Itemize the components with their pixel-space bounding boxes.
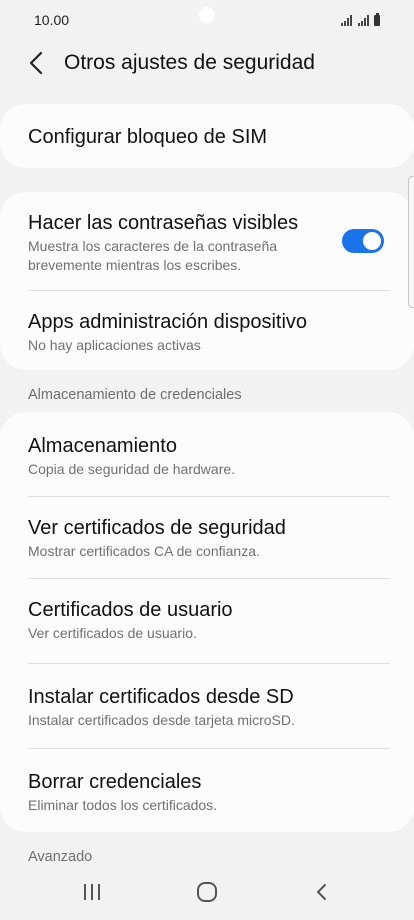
list-item-clear-credentials[interactable]: Borrar credenciales Eliminar todos los c… (0, 749, 414, 832)
back-icon (317, 884, 326, 900)
signal-icon-sim2 (358, 15, 369, 26)
back-button[interactable] (22, 48, 52, 78)
user-certificates-title: Certificados de usuario (28, 599, 233, 621)
home-icon (197, 882, 217, 902)
storage-subtitle: Copia de seguridad de hardware. (28, 461, 236, 477)
clear-credentials-title: Borrar credenciales (28, 771, 202, 793)
device-admin-title: Apps administración dispositivo (28, 311, 308, 333)
signal-icon (341, 15, 352, 26)
device-admin-item[interactable]: Apps administración dispositivo No hay a… (0, 291, 414, 370)
security-options-card: Hacer las contraseñas visibles Muestra l… (0, 192, 414, 370)
toggle-knob (363, 232, 381, 250)
list-item-view-certificates[interactable]: Ver certificados de seguridad Mostrar ce… (0, 497, 414, 578)
install-certificates-title: Instalar certificados desde SD (28, 686, 294, 708)
passwords-visible-title: Hacer las contraseñas visibles (28, 212, 299, 234)
status-time: 10.00 (34, 12, 70, 28)
user-certificates-subtitle: Ver certificados de usuario. (28, 625, 197, 641)
passwords-visible-subtitle-line2: brevemente mientras los escribes. (28, 257, 242, 273)
install-certificates-subtitle: Instalar certificados desde tarjeta micr… (28, 712, 295, 728)
view-certificates-title: Ver certificados de seguridad (28, 517, 286, 539)
status-bar: 10.00 (0, 0, 414, 40)
sim-lock-item[interactable]: Configurar bloqueo de SIM (0, 104, 414, 168)
chevron-left-icon (29, 51, 43, 75)
section-header-credentials: Almacenamiento de credenciales (28, 387, 242, 403)
scrollbar[interactable] (408, 176, 414, 308)
nav-back-button[interactable] (302, 876, 342, 908)
list-item-user-certificates[interactable]: Certificados de usuario Ver certificados… (0, 579, 414, 663)
credentials-card: Almacenamiento Copia de seguridad de har… (0, 412, 414, 832)
passwords-visible-subtitle-line1: Muestra los caracteres de la contraseña (28, 238, 278, 254)
section-header-advanced: Avanzado (28, 849, 93, 865)
list-item-storage[interactable]: Almacenamiento Copia de seguridad de har… (0, 412, 414, 496)
recents-icon (84, 884, 100, 900)
recents-button[interactable] (72, 876, 112, 908)
app-header: Otros ajustes de seguridad (0, 40, 414, 88)
clear-credentials-subtitle: Eliminar todos los certificados. (28, 797, 218, 813)
sim-lock-title: Configurar bloqueo de SIM (28, 126, 268, 148)
camera-cutout (199, 7, 215, 23)
passwords-visible-item[interactable]: Hacer las contraseñas visibles Muestra l… (0, 192, 414, 290)
storage-title: Almacenamiento (28, 435, 177, 457)
navigation-bar (0, 864, 414, 920)
sim-lock-card: Configurar bloqueo de SIM (0, 104, 414, 168)
battery-icon (374, 13, 380, 26)
page-title: Otros ajustes de seguridad (64, 51, 315, 74)
passwords-visible-toggle[interactable] (342, 229, 384, 253)
view-certificates-subtitle: Mostrar certificados CA de confianza. (28, 543, 260, 559)
status-icons (341, 12, 380, 26)
home-button[interactable] (187, 876, 227, 908)
list-item-install-certificates[interactable]: Instalar certificados desde SD Instalar … (0, 664, 414, 748)
device-admin-subtitle: No hay aplicaciones activas (28, 337, 201, 353)
